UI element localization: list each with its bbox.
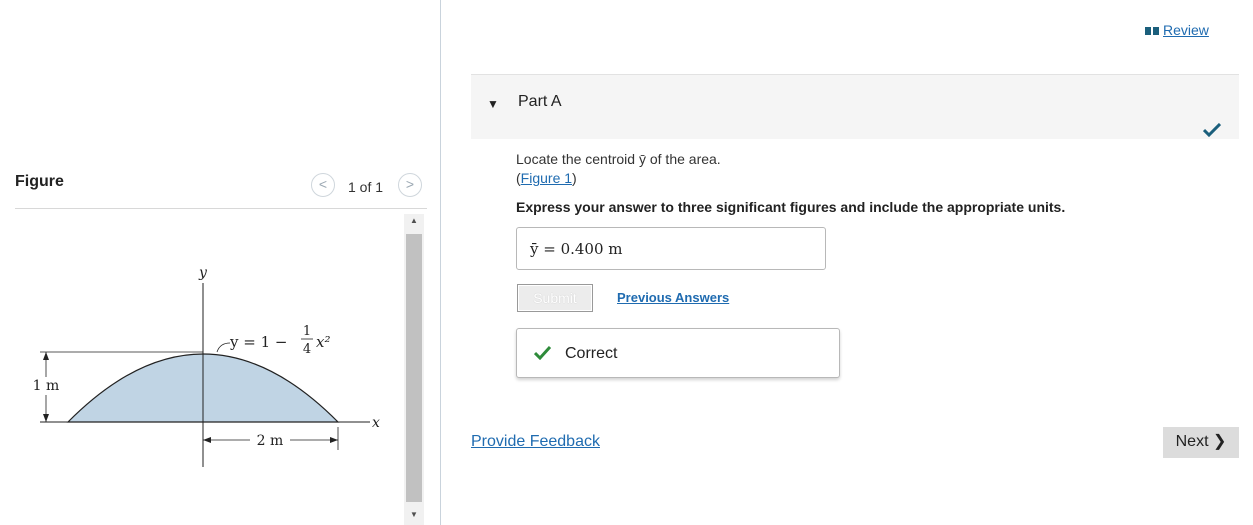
width-arrow-right bbox=[330, 437, 338, 443]
height-arrow-bottom bbox=[43, 414, 49, 422]
completed-check-icon bbox=[1203, 123, 1221, 137]
y-axis-label: y bbox=[198, 265, 208, 281]
height-arrow-top bbox=[43, 352, 49, 360]
width-label: 2 m bbox=[257, 433, 284, 449]
equation-fraction-numerator: 1 bbox=[303, 324, 311, 339]
equation-suffix: x² bbox=[316, 333, 330, 351]
collapse-triangle-icon[interactable]: ▼ bbox=[487, 97, 499, 111]
equation-fraction-denominator: 4 bbox=[303, 342, 311, 357]
correct-check-icon bbox=[534, 346, 551, 360]
figure-panel: Figure < 1 of 1 > 1 m 2 m y x y = 1 − 1 bbox=[0, 0, 440, 525]
review-link[interactable]: Review bbox=[1145, 22, 1209, 38]
answer-value: ȳ = 0.400 m bbox=[530, 240, 623, 258]
instruction-text: Express your answer to three significant… bbox=[516, 199, 1066, 215]
review-label: Review bbox=[1163, 22, 1209, 38]
next-button[interactable]: Next ❯ bbox=[1163, 427, 1239, 458]
answer-input[interactable]: ȳ = 0.400 m bbox=[516, 227, 826, 270]
figure-header: Figure < 1 of 1 > bbox=[15, 170, 427, 209]
figure-page-count: 1 of 1 bbox=[348, 179, 384, 195]
figure-title: Figure bbox=[15, 173, 64, 190]
scroll-down-arrow-icon[interactable]: ▼ bbox=[404, 508, 424, 522]
x-axis-label: x bbox=[372, 415, 380, 431]
parabola-figure: 1 m 2 m y x y = 1 − 1 4 x² bbox=[28, 265, 380, 467]
correct-label: Correct bbox=[565, 345, 618, 362]
part-a-header[interactable]: ▼ Part A bbox=[471, 74, 1239, 139]
correct-feedback-box: Correct bbox=[516, 328, 840, 378]
panel-divider[interactable] bbox=[440, 0, 441, 525]
provide-feedback-link[interactable]: Provide Feedback bbox=[471, 433, 600, 451]
height-label: 1 m bbox=[33, 378, 60, 394]
figure-scrollbar-thumb[interactable] bbox=[406, 234, 422, 502]
question-text: Locate the centroid ȳ of the area. bbox=[516, 151, 721, 167]
scroll-up-arrow-icon[interactable]: ▲ bbox=[404, 214, 424, 228]
previous-answers-link[interactable]: Previous Answers bbox=[617, 290, 729, 305]
book-icon bbox=[1145, 27, 1159, 36]
submit-button[interactable]: Submit bbox=[517, 284, 593, 312]
figure-link[interactable]: Figure 1 bbox=[521, 170, 572, 186]
figure-link-wrapper: (Figure 1) bbox=[516, 170, 577, 186]
prev-figure-button[interactable]: < bbox=[311, 173, 335, 197]
part-label: Part A bbox=[518, 93, 562, 110]
equation-prefix: y = 1 − bbox=[229, 333, 287, 351]
next-figure-button[interactable]: > bbox=[398, 173, 422, 197]
equation-leader bbox=[216, 342, 231, 353]
width-arrow-left bbox=[203, 437, 211, 443]
